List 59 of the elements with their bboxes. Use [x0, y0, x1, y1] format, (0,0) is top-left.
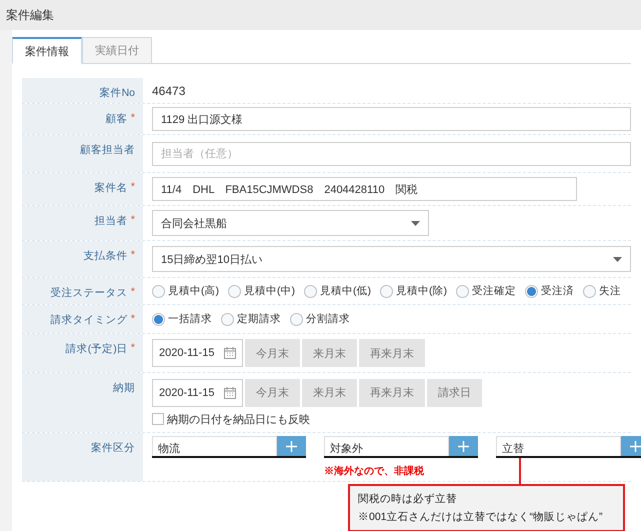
radio-option[interactable]: 見積中(高)	[152, 284, 219, 298]
caret-icon	[411, 220, 420, 226]
required-mark: *	[130, 214, 135, 228]
field-label: 納期	[113, 381, 135, 396]
date-shortcut-button[interactable]: 再来月末	[357, 378, 425, 406]
radio-option[interactable]: 失注	[583, 284, 621, 298]
radio-option[interactable]: 見積中(除)	[380, 284, 447, 298]
radio-option[interactable]: 受注確定	[456, 284, 516, 298]
field-label: 担当者	[94, 214, 128, 229]
required-mark: *	[130, 249, 135, 263]
field-label: 請求タイミング	[50, 313, 128, 328]
field-value: 46473	[152, 84, 186, 98]
required-mark: *	[130, 313, 135, 327]
annotation-text: ※001立石さんだけは立替ではなく“物販じゃぱん”	[358, 510, 604, 524]
field-label: 顧客担当者	[80, 143, 135, 158]
note-text: ※海外なので、非課税	[324, 464, 425, 478]
radio-option[interactable]: 一括請求	[152, 312, 212, 326]
calendar-icon	[224, 386, 236, 398]
date-field[interactable]: 2020-11-15	[152, 339, 243, 367]
required-mark: *	[130, 112, 135, 126]
radio-option[interactable]: 定期請求	[221, 312, 281, 326]
caret-icon	[613, 256, 622, 262]
date-shortcut-button[interactable]: 今月末	[243, 378, 300, 406]
field-label: 顧客	[106, 112, 128, 127]
date-shortcut-button[interactable]: 来月末	[300, 378, 357, 406]
field-label: 案件名	[94, 181, 128, 196]
date-shortcut-button[interactable]: 再来月末	[357, 339, 425, 367]
select-field[interactable]: 15日締め翌10日払い	[152, 246, 631, 272]
tab[interactable]: 案件情報	[12, 37, 82, 64]
text-field[interactable]: 1129 出口源文様	[152, 107, 631, 131]
field-label: 案件区分	[91, 441, 135, 456]
checkbox-option[interactable]: 納期の日付を納品日にも反映	[152, 412, 631, 426]
required-mark: *	[130, 286, 135, 300]
required-mark: *	[130, 342, 135, 356]
add-button[interactable]	[277, 436, 306, 456]
date-field[interactable]: 2020-11-15	[152, 378, 243, 406]
field-label: 受注ステータス	[50, 286, 128, 301]
checkbox[interactable]	[152, 413, 164, 425]
date-shortcut-button[interactable]: 来月末	[300, 339, 357, 367]
calendar-icon	[224, 347, 236, 359]
date-shortcut-button[interactable]: 請求日	[425, 378, 482, 406]
field-label: 支払条件	[84, 249, 128, 264]
date-shortcut-button[interactable]: 今月末	[243, 339, 300, 367]
plus-icon	[458, 440, 469, 452]
radio-option[interactable]: 見積中(中)	[228, 284, 295, 298]
radio-option[interactable]: 分割請求	[290, 312, 350, 326]
select-field[interactable]: 合同会社黒船	[152, 210, 429, 236]
add-button[interactable]	[449, 436, 478, 456]
plus-icon	[286, 440, 297, 452]
field-label: 案件No	[100, 86, 135, 101]
text-field[interactable]: 11/4 DHL FBA15CJMWDS8 2404428110 関税	[152, 177, 577, 201]
field-label: 請求(予定)日	[66, 342, 128, 357]
radio-option[interactable]: 受注済	[525, 284, 574, 298]
plus-icon	[630, 440, 641, 452]
radio-option[interactable]: 見積中(低)	[304, 284, 371, 298]
annotation-text: 関税の時は必ず立替	[358, 492, 458, 506]
text-field[interactable]: 担当者（任意）	[152, 142, 631, 166]
window-title: 案件編集	[6, 6, 54, 24]
required-mark: *	[130, 181, 135, 195]
